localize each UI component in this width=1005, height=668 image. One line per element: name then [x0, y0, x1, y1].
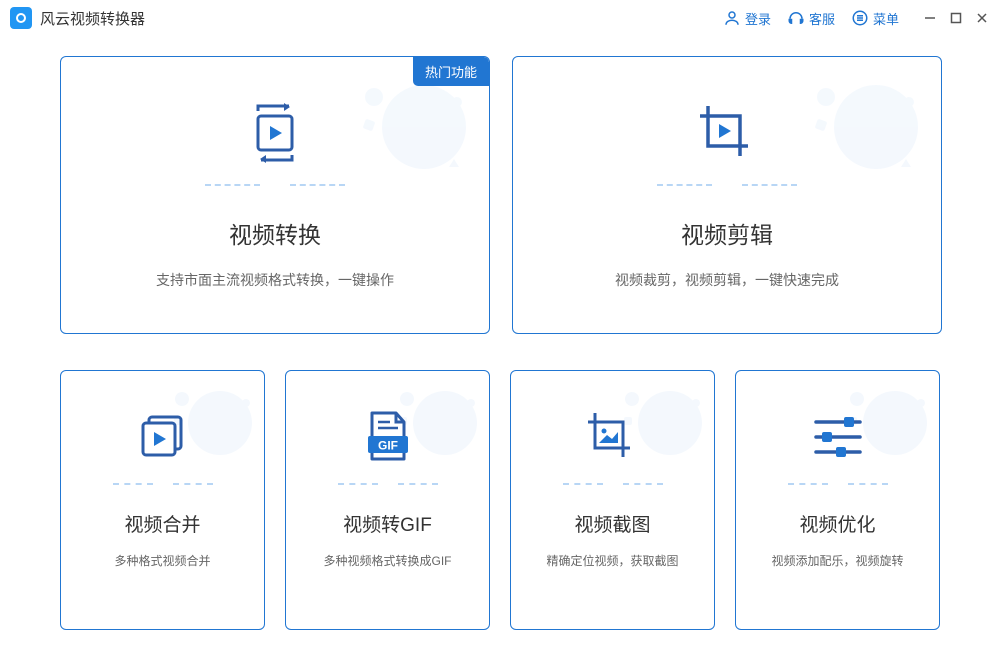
- titlebar-right: 登录 客服 菜单: [715, 5, 995, 32]
- merge-icon: [137, 401, 189, 473]
- card-title: 视频转GIF: [343, 510, 432, 537]
- titlebar-left: 风云视频转换器: [10, 7, 145, 29]
- card-video-screenshot[interactable]: 视频截图 精确定位视频，获取截图: [510, 370, 715, 630]
- decorative-shapes: [801, 72, 921, 192]
- minimize-button[interactable]: [917, 5, 943, 31]
- maximize-button[interactable]: [943, 5, 969, 31]
- card-desc: 视频添加配乐，视频旋转: [771, 552, 903, 569]
- user-icon: [723, 9, 741, 27]
- gif-icon: GIF: [362, 401, 414, 473]
- card-title: 视频剪辑: [681, 216, 773, 250]
- close-button[interactable]: [969, 5, 995, 31]
- card-desc: 多种视频格式转换成GIF: [324, 552, 452, 569]
- crop-icon: [696, 92, 758, 174]
- card-video-convert[interactable]: 热门功能 视频转换 支持市面主流视频格式转换，一键操作: [60, 56, 490, 334]
- app-title: 风云视频转换器: [40, 8, 145, 29]
- card-video-edit[interactable]: 视频剪辑 视频裁剪，视频剪辑，一键快速完成: [512, 56, 942, 334]
- sliders-icon: [812, 401, 864, 473]
- app-logo-icon: [10, 7, 32, 29]
- card-title: 视频转换: [229, 216, 321, 250]
- login-label: 登录: [745, 9, 771, 28]
- menu-icon: [851, 9, 869, 27]
- login-button[interactable]: 登录: [715, 5, 779, 32]
- hot-badge: 热门功能: [413, 57, 489, 86]
- card-desc: 多种格式视频合并: [114, 552, 210, 569]
- card-desc: 精确定位视频，获取截图: [546, 552, 678, 569]
- card-title: 视频截图: [574, 510, 650, 537]
- card-video-optimize[interactable]: 视频优化 视频添加配乐，视频旋转: [735, 370, 940, 630]
- card-desc: 支持市面主流视频格式转换，一键操作: [156, 270, 394, 290]
- headset-icon: [787, 9, 805, 27]
- card-video-merge[interactable]: 视频合并 多种格式视频合并: [60, 370, 265, 630]
- convert-icon: [244, 92, 306, 174]
- card-desc: 视频裁剪，视频剪辑，一键快速完成: [615, 270, 839, 290]
- menu-button[interactable]: 菜单: [843, 5, 907, 32]
- decorative-shapes: [349, 72, 469, 192]
- content-area: 热门功能 视频转换 支持市面主流视频格式转换，一键操作: [0, 36, 1005, 650]
- service-label: 客服: [809, 9, 835, 28]
- titlebar: 风云视频转换器 登录 客服: [0, 0, 1005, 36]
- menu-label: 菜单: [873, 9, 899, 28]
- card-video-gif[interactable]: GIF 视频转GIF 多种视频格式转换成GIF: [285, 370, 490, 630]
- service-button[interactable]: 客服: [779, 5, 843, 32]
- card-title: 视频优化: [799, 510, 875, 537]
- svg-text:GIF: GIF: [378, 439, 398, 453]
- card-title: 视频合并: [124, 510, 200, 537]
- screenshot-icon: [585, 401, 640, 473]
